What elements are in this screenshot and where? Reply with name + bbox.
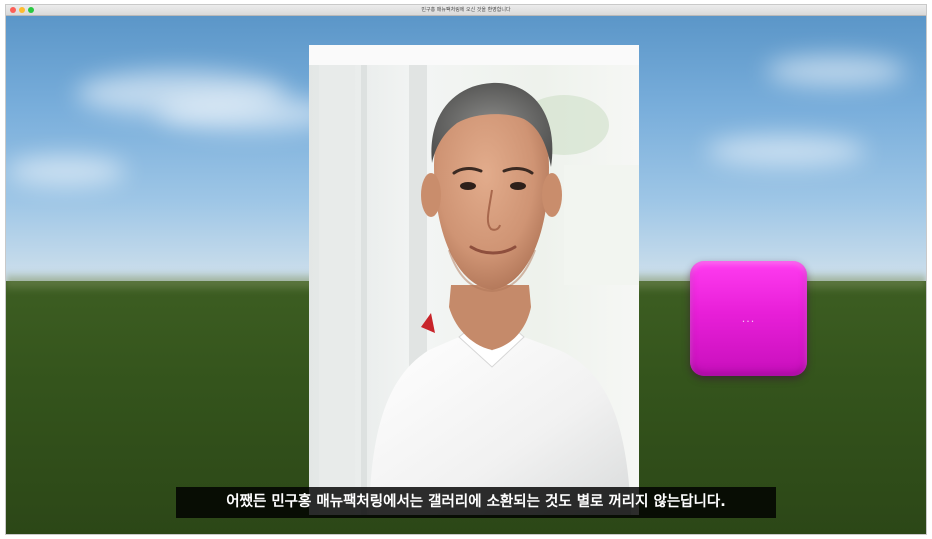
portrait-photo[interactable] — [309, 45, 639, 515]
more-options-tile[interactable]: ... — [690, 261, 807, 376]
window-title: 민구홍 매뉴팩처링에 오신 것을 환영합니다 — [421, 7, 511, 13]
subtitle-caption: 어쨌든 민구홍 매뉴팩처링에서는 갤러리에 소환되는 것도 별로 꺼리지 않는답… — [176, 487, 776, 518]
ellipsis-icon: ... — [741, 312, 756, 325]
app-window: 민구홍 매뉴팩처링에 오신 것을 환영합니다 ... 어쨌든 민구홍 매뉴팩처링… — [5, 4, 927, 535]
scene-viewport: ... 어쨌든 민구홍 매뉴팩처링에서는 갤러리에 소환되는 것도 별로 꺼리지… — [6, 16, 926, 534]
cloud — [766, 56, 906, 86]
cloud — [706, 136, 866, 166]
title-bar[interactable]: 민구홍 매뉴팩처링에 오신 것을 환영합니다 — [6, 5, 926, 16]
portrait-image — [309, 45, 639, 515]
cloud — [6, 156, 126, 186]
